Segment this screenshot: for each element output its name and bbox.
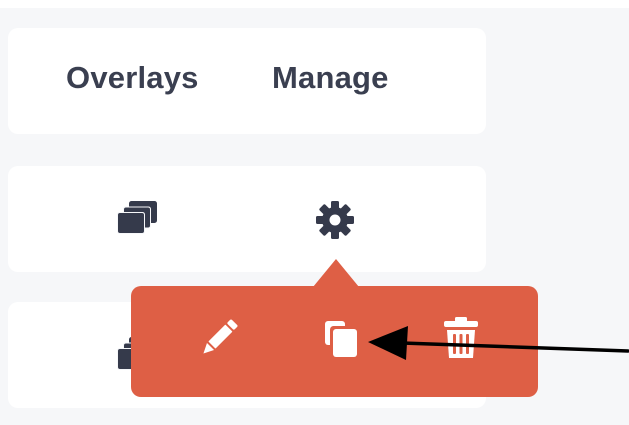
overlays-column-header: Overlays <box>66 60 199 95</box>
pencil-icon <box>203 319 238 354</box>
duplicate-button[interactable] <box>317 314 365 362</box>
copy-icon <box>325 321 357 357</box>
manage-column-header: Manage <box>272 60 389 95</box>
table-row <box>8 166 486 272</box>
top-strip <box>0 0 629 8</box>
arrow-left-icon <box>368 326 629 360</box>
edit-button[interactable] <box>195 314 243 362</box>
popover-caret <box>313 259 359 287</box>
layers-icon[interactable] <box>117 200 159 236</box>
gear-icon[interactable] <box>314 199 356 241</box>
